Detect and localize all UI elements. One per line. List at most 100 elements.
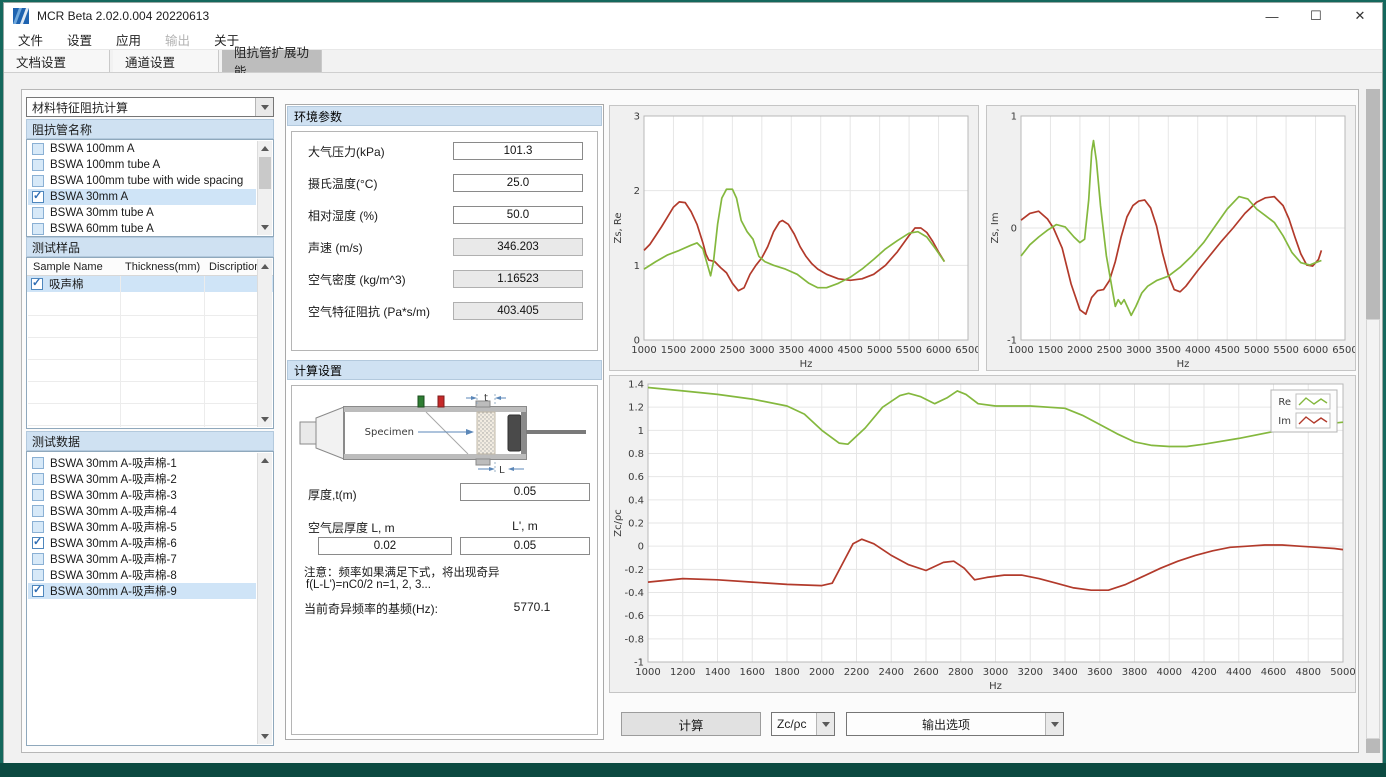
scroll-up-icon[interactable] bbox=[258, 141, 272, 156]
tube-list-item[interactable]: BSWA 30mm tube A bbox=[28, 205, 256, 221]
checkbox[interactable] bbox=[32, 223, 44, 235]
desktop-edge bbox=[0, 763, 1386, 777]
checkbox[interactable] bbox=[32, 553, 44, 565]
svg-text:6500: 6500 bbox=[1332, 345, 1355, 356]
air-layer-input[interactable] bbox=[318, 537, 452, 555]
svg-text:1000: 1000 bbox=[1008, 345, 1033, 356]
svg-text:5000: 5000 bbox=[1244, 345, 1269, 356]
checkbox[interactable] bbox=[32, 159, 44, 171]
svg-text:4000: 4000 bbox=[808, 345, 833, 356]
chevron-down-icon[interactable] bbox=[255, 98, 273, 116]
menu-item[interactable]: 应用 bbox=[116, 30, 141, 49]
env-section-header: 环境参数 bbox=[287, 106, 602, 126]
checkbox[interactable] bbox=[32, 569, 44, 581]
calculate-button[interactable]: 计算 bbox=[621, 712, 761, 736]
scroll-down-icon[interactable] bbox=[258, 220, 272, 235]
quantity-dropdown[interactable]: Zc/ρc bbox=[771, 712, 835, 736]
tube-list-item-label: BSWA 60mm tube A bbox=[50, 223, 154, 235]
data-list-item[interactable]: BSWA 30mm A-吸声棉-8 bbox=[28, 567, 256, 583]
env-field-input[interactable] bbox=[453, 142, 583, 160]
data-list-item[interactable]: BSWA 30mm A-吸声棉-2 bbox=[28, 471, 256, 487]
svg-text:0: 0 bbox=[638, 542, 644, 553]
svg-text:3500: 3500 bbox=[779, 345, 804, 356]
menu-item[interactable]: 设置 bbox=[67, 30, 92, 49]
scroll-up-icon[interactable] bbox=[258, 453, 272, 468]
sample-row[interactable]: 吸声棉 bbox=[27, 276, 273, 292]
menu-bar: 文件设置应用输出关于 bbox=[4, 29, 1382, 50]
chevron-down-icon[interactable] bbox=[1045, 713, 1063, 735]
scroll-down-icon[interactable] bbox=[258, 412, 272, 427]
svg-text:1: 1 bbox=[638, 426, 644, 437]
maximize-button[interactable]: ☐ bbox=[1294, 3, 1338, 29]
scroll-down-icon[interactable] bbox=[258, 729, 272, 744]
svg-text:1: 1 bbox=[634, 261, 640, 272]
data-list-item[interactable]: BSWA 30mm A-吸声棉-4 bbox=[28, 503, 256, 519]
svg-text:Hz: Hz bbox=[989, 681, 1002, 692]
checkbox[interactable] bbox=[32, 175, 44, 187]
tube-list-item[interactable]: BSWA 100mm tube A bbox=[28, 157, 256, 173]
checkbox[interactable] bbox=[32, 191, 44, 203]
checkbox[interactable] bbox=[32, 473, 44, 485]
checkbox[interactable] bbox=[31, 278, 43, 290]
checkbox[interactable] bbox=[32, 207, 44, 219]
tab[interactable]: 阻抗管扩展功能 bbox=[222, 50, 322, 72]
data-list-item-label: BSWA 30mm A-吸声棉-9 bbox=[50, 583, 177, 599]
l-prime-label: L', m bbox=[460, 519, 590, 533]
tube-list-scrollbar[interactable] bbox=[257, 141, 272, 235]
svg-text:2400: 2400 bbox=[879, 667, 904, 678]
scrollbar-thumb[interactable] bbox=[259, 157, 271, 189]
sample-table: Sample Name Thickness(mm) Discription 吸声… bbox=[26, 257, 274, 429]
svg-text:Zs, Re: Zs, Re bbox=[613, 212, 624, 243]
tube-list-item[interactable]: BSWA 60mm tube A bbox=[28, 221, 256, 237]
window-scrollbar-thumb[interactable] bbox=[1366, 319, 1380, 739]
svg-text:Zc/ρc: Zc/ρc bbox=[613, 509, 624, 537]
tube-list: BSWA 100mm ABSWA 100mm tube ABSWA 100mm … bbox=[26, 139, 274, 237]
sample-table-scrollbar[interactable] bbox=[257, 259, 272, 427]
tab[interactable]: 通道设置 bbox=[113, 50, 219, 72]
minimize-button[interactable]: — bbox=[1250, 3, 1294, 29]
svg-text:2500: 2500 bbox=[1097, 345, 1122, 356]
chevron-down-icon[interactable] bbox=[816, 713, 834, 735]
data-list-scrollbar[interactable] bbox=[257, 453, 272, 744]
title-bar: MCR Beta 2.02.0.004 20220613 — ☐ ✕ bbox=[4, 3, 1382, 29]
data-list-item[interactable]: BSWA 30mm A-吸声棉-5 bbox=[28, 519, 256, 535]
checkbox[interactable] bbox=[32, 489, 44, 501]
output-options-dropdown[interactable]: 输出选项 bbox=[846, 712, 1064, 736]
window-scrollbar[interactable] bbox=[1366, 89, 1380, 753]
svg-text:3000: 3000 bbox=[1126, 345, 1151, 356]
thickness-input[interactable] bbox=[460, 483, 590, 501]
env-field-input[interactable] bbox=[453, 174, 583, 192]
checkbox[interactable] bbox=[32, 457, 44, 469]
tube-list-item[interactable]: BSWA 100mm tube with wide spacing bbox=[28, 173, 256, 189]
l-prime-input[interactable] bbox=[460, 537, 590, 555]
svg-text:1500: 1500 bbox=[1038, 345, 1063, 356]
env-field-input bbox=[453, 270, 583, 288]
svg-text:4600: 4600 bbox=[1261, 667, 1286, 678]
checkbox[interactable] bbox=[32, 143, 44, 155]
calc-type-dropdown[interactable]: 材料特征阻抗计算 bbox=[26, 97, 274, 117]
svg-text:Re: Re bbox=[1278, 397, 1291, 408]
tube-list-item[interactable]: BSWA 100mm A bbox=[28, 141, 256, 157]
data-list-item[interactable]: BSWA 30mm A-吸声棉-9 bbox=[28, 583, 256, 599]
svg-text:0.4: 0.4 bbox=[628, 495, 644, 506]
checkbox[interactable] bbox=[32, 585, 44, 597]
data-list-item[interactable]: BSWA 30mm A-吸声棉-6 bbox=[28, 535, 256, 551]
quantity-dropdown-value: Zc/ρc bbox=[772, 717, 816, 731]
menu-item[interactable]: 文件 bbox=[18, 30, 43, 49]
data-list-item-label: BSWA 30mm A-吸声棉-8 bbox=[50, 567, 177, 583]
air-layer-label: 空气层厚度 L, m bbox=[308, 519, 395, 536]
data-list-item-label: BSWA 30mm A-吸声棉-7 bbox=[50, 551, 177, 567]
data-list-item[interactable]: BSWA 30mm A-吸声棉-3 bbox=[28, 487, 256, 503]
checkbox[interactable] bbox=[32, 537, 44, 549]
checkbox[interactable] bbox=[32, 505, 44, 517]
data-list-item[interactable]: BSWA 30mm A-吸声棉-1 bbox=[28, 455, 256, 471]
close-button[interactable]: ✕ bbox=[1338, 3, 1382, 29]
svg-text:3800: 3800 bbox=[1122, 667, 1147, 678]
env-field-row: 声速 (m/s) bbox=[292, 238, 597, 256]
tube-list-item[interactable]: BSWA 30mm A bbox=[28, 189, 256, 205]
data-list-item[interactable]: BSWA 30mm A-吸声棉-7 bbox=[28, 551, 256, 567]
checkbox[interactable] bbox=[32, 521, 44, 533]
tab[interactable]: 文档设置 bbox=[4, 50, 110, 72]
env-field-input[interactable] bbox=[453, 206, 583, 224]
scroll-up-icon[interactable] bbox=[258, 259, 272, 274]
